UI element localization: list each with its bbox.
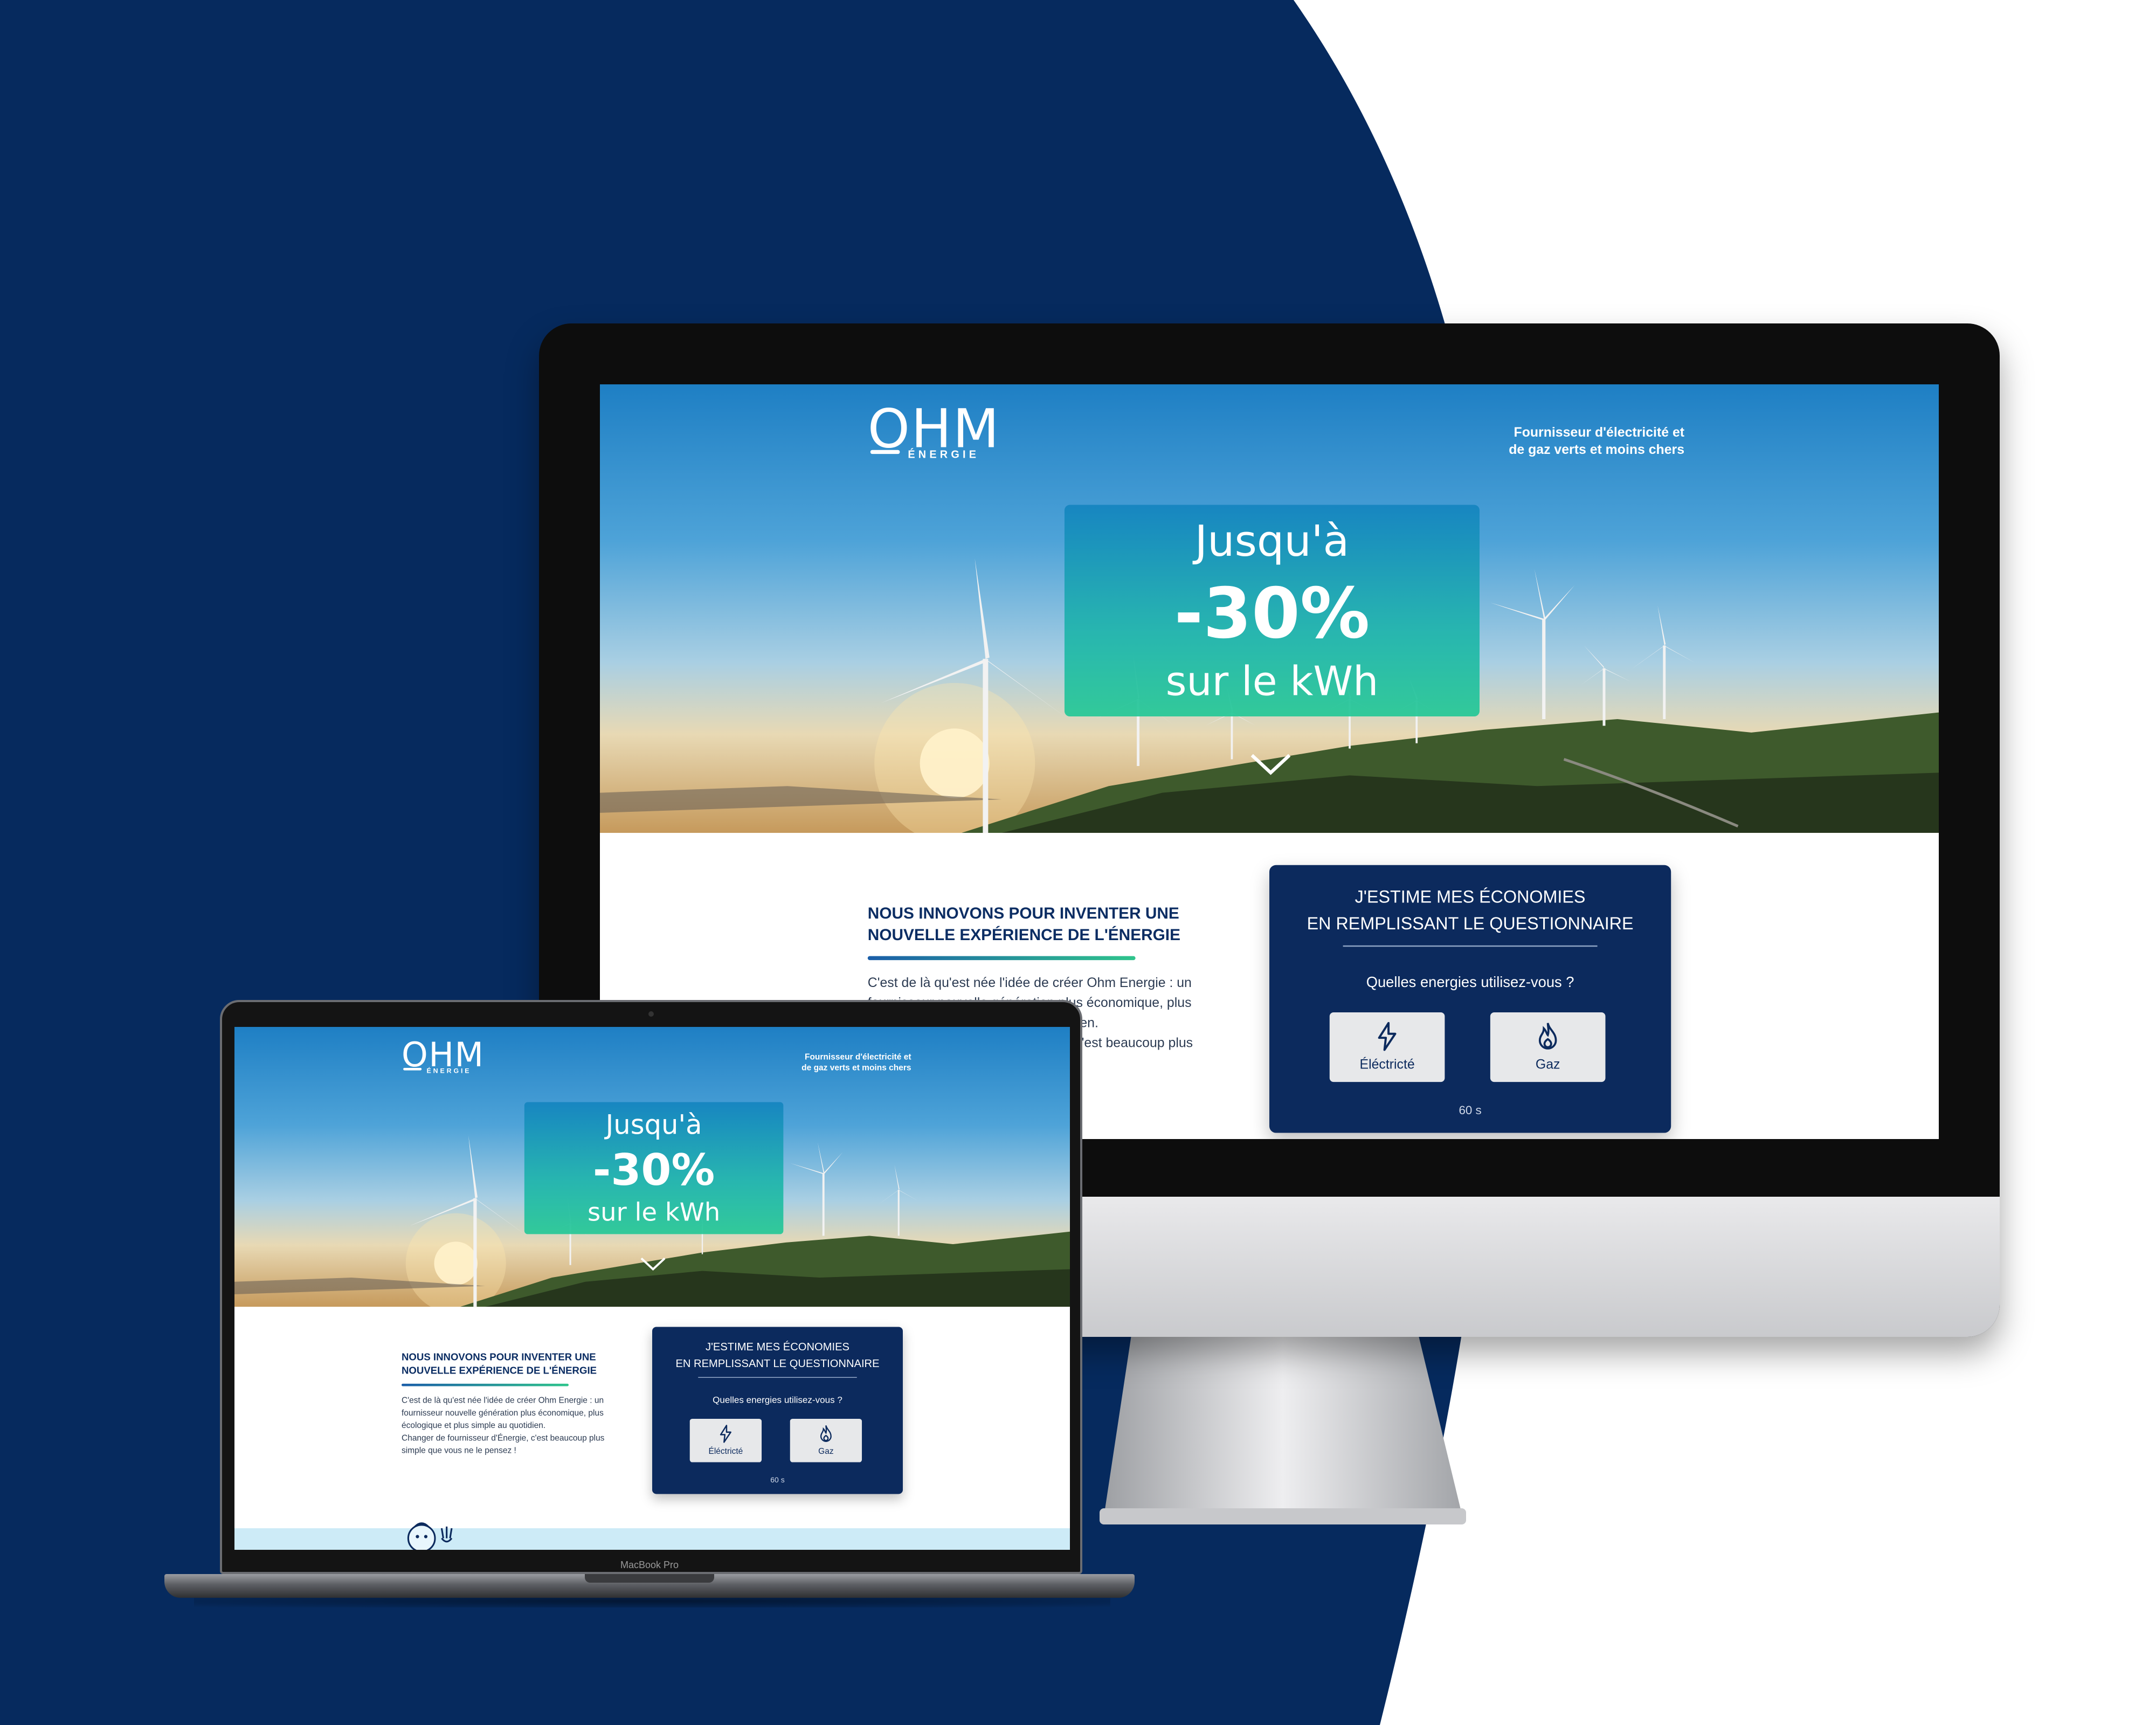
tagline-line: Fournisseur d'électricité et [804,1053,911,1062]
tagline-line: de gaz verts et moins chers [801,1064,911,1073]
promo-box: Jusqu'à -30% sur le kWh [1064,505,1480,717]
logo-subtitle: ÉNERGIE [908,448,980,461]
quiz-title: J'ESTIME MES ÉCONOMIES EN REMPLISSANT LE… [1269,884,1671,937]
logo-subtitle: ÉNERGIE [426,1067,472,1075]
quiz-title-line: J'ESTIME MES ÉCONOMIES [1355,886,1586,907]
promo-box: Jusqu'à -30% sur le kWh [524,1102,784,1234]
intro-heading: NOUS INNOVONS POUR INVENTER UNE NOUVELLE… [868,902,1229,945]
electricity-option-label: Éléctricté [708,1447,743,1457]
quiz-title-line: J'ESTIME MES ÉCONOMIES [706,1340,849,1353]
lightning-icon [1378,1022,1397,1051]
intro-divider [867,956,1136,961]
gas-option-label: Gaz [818,1447,834,1457]
waving-mascot-icon [407,1522,453,1550]
lightning-icon [720,1425,731,1443]
electricity-option-button[interactable]: Éléctricté [689,1418,762,1462]
intro-section: NOUS INNOVONS POUR INVENTER UNE NOUVELLE… [234,1307,1070,1528]
promo-line-upto: Jusqu'à [605,1108,702,1141]
intro-line: simple que vous ne le pensez ! [402,1446,516,1456]
scroll-down-chevron-icon[interactable] [1249,753,1292,777]
electricity-option-label: Éléctricté [1359,1058,1415,1073]
intro-heading-line: NOUVELLE EXPÉRIENCE DE L'ÉNERGIE [867,925,1180,944]
promo-percent: -30% [592,1146,715,1196]
website-page: OHM ÉNERGIE Fournisseur d'électricité et… [234,1027,1070,1550]
ohm-energie-logo[interactable]: OHM ÉNERGIE [868,403,1015,470]
macbook-camera [648,1011,654,1017]
quiz-question: Quelles energies utilisez-vous ? [1366,975,1574,991]
intro-heading: NOUS INNOVONS POUR INVENTER UNE NOUVELLE… [402,1350,627,1377]
macbook-screen: OHM ÉNERGIE Fournisseur d'électricité et… [234,1027,1070,1550]
intro-heading-line: NOUVELLE EXPÉRIENCE DE L'ÉNERGIE [402,1364,597,1376]
quiz-divider [698,1377,857,1378]
quiz-title: J'ESTIME MES ÉCONOMIES EN REMPLISSANT LE… [652,1338,903,1372]
gas-option-button[interactable]: Gaz [1490,1012,1606,1082]
intro-paragraph: C'est de là qu'est née l'idée de créer O… [402,1395,635,1457]
macbook-brand-label: MacBook Pro [620,1560,679,1570]
scroll-down-chevron-icon[interactable] [640,1257,667,1272]
imac-stand [1100,1331,1466,1524]
header-tagline: Fournisseur d'électricité et de gaz vert… [761,1052,911,1074]
quiz-question: Quelles energies utilisez-vous ? [713,1395,842,1406]
hero-banner: OHM ÉNERGIE Fournisseur d'électricité et… [234,1027,1070,1307]
quiz-duration: 60 s [1459,1103,1482,1117]
header-tagline: Fournisseur d'électricité et de gaz vert… [1443,425,1684,460]
tagline-line: de gaz verts et moins chers [1509,443,1685,458]
intro-line: Changer de fournisseur d'Énergie, c'est … [402,1433,605,1443]
flame-icon [1538,1023,1557,1050]
logo-underline [870,450,900,454]
gas-option-label: Gaz [1535,1058,1560,1073]
intro-divider [402,1383,569,1386]
promo-line-kwh: sur le kWh [587,1198,721,1227]
intro-line: fournisseur nouvelle génération plus éco… [402,1409,604,1418]
promo-line-kwh: sur le kWh [1165,659,1379,706]
ohm-energie-logo[interactable]: OHM ÉNERGIE [402,1039,494,1081]
intro-line: C'est de là qu'est née l'idée de créer O… [867,976,1192,991]
promo-line-upto: Jusqu'à [1194,515,1350,567]
intro-heading-line: NOUS INNOVONS POUR INVENTER UNE [867,903,1179,923]
quiz-title-line: EN REMPLISSANT LE QUESTIONNAIRE [1307,913,1634,934]
mascot-band [234,1528,1070,1550]
savings-quiz-card: J'ESTIME MES ÉCONOMIES EN REMPLISSANT LE… [652,1327,903,1494]
gas-option-button[interactable]: Gaz [790,1418,862,1462]
logo-underline [403,1067,422,1071]
intro-line: C'est de là qu'est née l'idée de créer O… [402,1396,604,1406]
macbook-notch [585,1574,714,1583]
savings-quiz-card: J'ESTIME MES ÉCONOMIES EN REMPLISSANT LE… [1269,865,1671,1133]
promo-percent: -30% [1174,574,1370,655]
quiz-title-line: EN REMPLISSANT LE QUESTIONNAIRE [675,1357,880,1370]
quiz-divider [1343,945,1598,947]
electricity-option-button[interactable]: Éléctricté [1329,1012,1445,1082]
intro-heading-line: NOUS INNOVONS POUR INVENTER UNE [402,1351,596,1363]
quiz-duration: 60 s [770,1475,785,1484]
flame-icon [820,1425,832,1442]
intro-line: écologique et plus simple au quotidien. [402,1421,546,1431]
tagline-line: Fournisseur d'électricité et [1514,426,1685,441]
hero-banner: OHM ÉNERGIE Fournisseur d'électricité et… [600,384,1939,833]
